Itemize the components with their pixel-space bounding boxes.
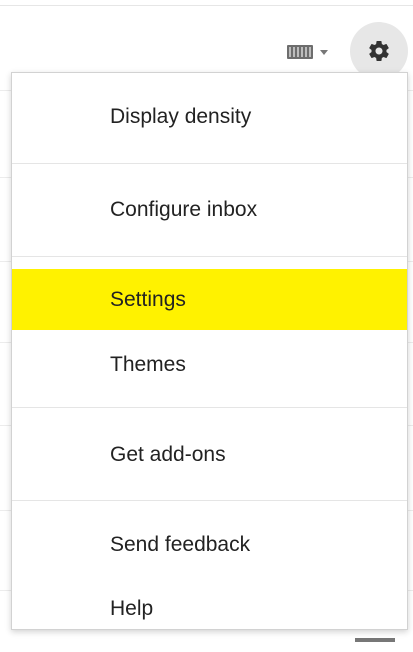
menu-divider [12, 256, 407, 257]
settings-dropdown-menu: Display density Configure inbox Settings… [11, 72, 408, 630]
menu-item-label: Send feedback [110, 533, 251, 556]
menu-item-label: Help [110, 597, 154, 620]
input-tools-button[interactable] [281, 31, 337, 71]
keyboard-icon [287, 45, 313, 59]
menu-item-settings[interactable]: Settings [12, 269, 407, 330]
menu-item-label: Get add-ons [110, 443, 226, 466]
menu-item-get-add-ons[interactable]: Get add-ons [12, 412, 407, 498]
menu-item-display-density[interactable]: Display density [12, 75, 407, 159]
toolbar-top-divider [0, 5, 413, 6]
menu-item-themes[interactable]: Themes [12, 335, 407, 395]
menu-item-label: Display density [110, 105, 252, 128]
menu-divider [12, 163, 407, 164]
chevron-down-icon [320, 50, 328, 55]
menu-item-label: Configure inbox [110, 198, 258, 221]
menu-divider [12, 500, 407, 501]
menu-item-configure-inbox[interactable]: Configure inbox [12, 168, 407, 252]
menu-item-label: Themes [110, 353, 186, 376]
menu-item-label: Settings [110, 287, 186, 311]
menu-item-send-feedback[interactable]: Send feedback [12, 513, 407, 577]
menu-item-help[interactable]: Help [12, 577, 407, 641]
gear-icon [369, 40, 389, 61]
menu-divider [12, 407, 407, 408]
